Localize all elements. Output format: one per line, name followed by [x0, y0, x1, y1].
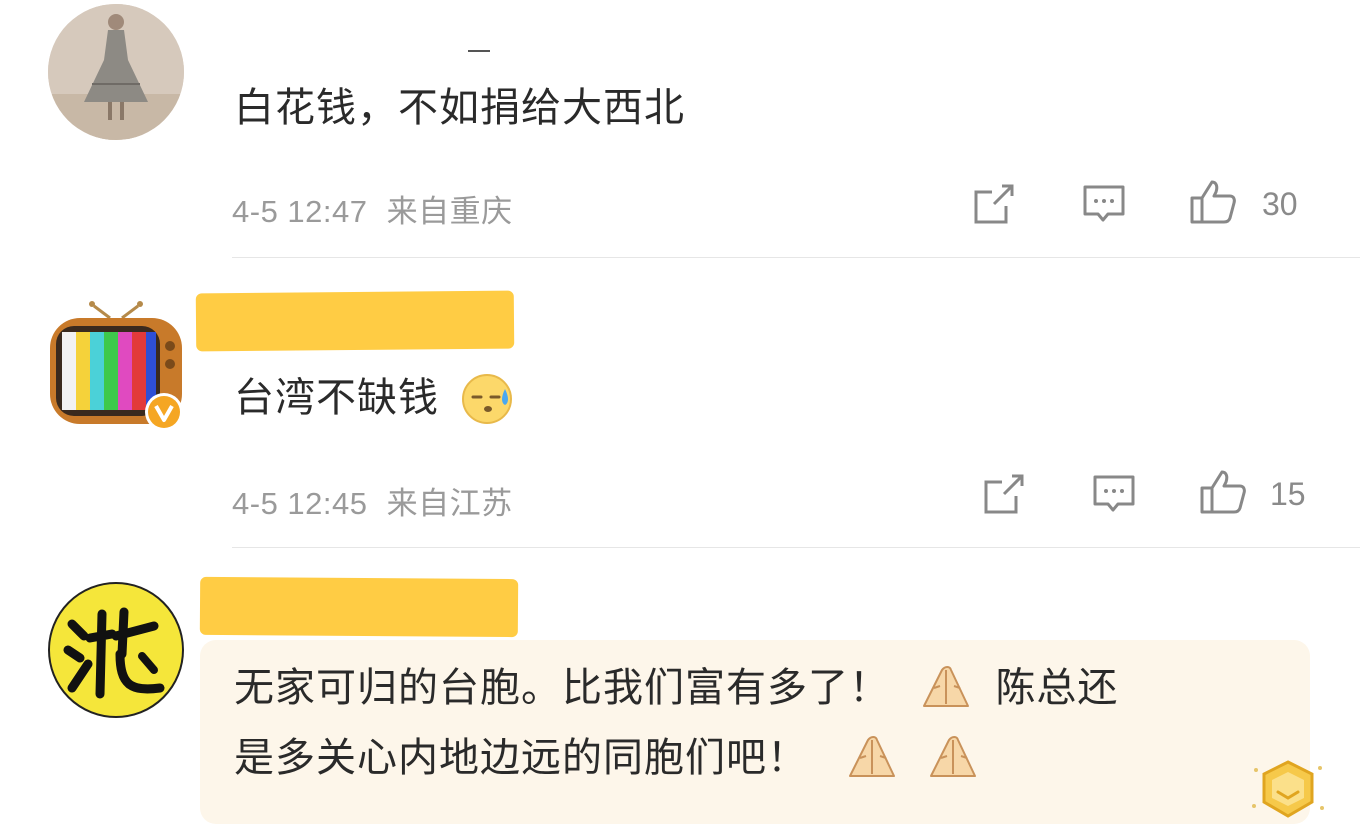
comment-text-line-1: 无家可归的台胞。比我们富有多了！ 陈总还 [234, 656, 1118, 720]
sweat-face-emoji-icon [461, 374, 512, 424]
comment-text-segment: 陈总还 [995, 665, 1119, 711]
calligraphy-avatar-icon [63, 607, 165, 699]
name-remnant-mark [468, 50, 490, 52]
comment-icon[interactable] [1092, 472, 1136, 516]
redacted-username [195, 290, 515, 352]
comment-text-segment: 是多关心内地边远的同胞们吧！ [234, 735, 808, 781]
comment-text-content: 台湾不缺钱 [234, 375, 439, 421]
comment-item: 无家可归的台胞。比我们富有多了！ 陈总还 是多关心内地边远的同胞们吧！ [0, 548, 1360, 824]
folded-hands-emoji-icon [930, 736, 977, 777]
verified-badge-icon [145, 393, 183, 431]
redacted-username [199, 576, 519, 638]
location: 来自江苏 [386, 486, 513, 521]
timestamp: 4-5 12:45 [232, 486, 368, 521]
like-count: 30 [1262, 186, 1298, 222]
comment-item: 白花钱，不如捐给大西北 4-5 12:47 来自重庆 30 [0, 0, 1360, 258]
avatar[interactable] [48, 582, 184, 718]
comment-item: 台湾不缺钱 4-5 12:45 来自江苏 15 [0, 258, 1360, 548]
folded-hands-emoji-icon [848, 736, 895, 777]
thumbs-up-icon[interactable] [1188, 178, 1238, 226]
share-icon[interactable] [982, 472, 1026, 516]
timestamp: 4-5 12:47 [232, 194, 368, 229]
comment-text: 台湾不缺钱 [234, 366, 517, 430]
share-icon[interactable] [972, 182, 1016, 226]
comment-meta: 4-5 12:45 来自江苏 [232, 478, 513, 523]
folded-hands-emoji-icon [922, 666, 969, 707]
avatar[interactable] [48, 296, 184, 432]
comment-text-line-2: 是多关心内地边远的同胞们吧！ [234, 726, 983, 790]
avatar[interactable] [48, 4, 184, 140]
like-count: 15 [1270, 476, 1306, 512]
thumbs-up-icon[interactable] [1198, 468, 1248, 516]
location: 来自重庆 [386, 194, 513, 229]
comment-text: 白花钱，不如捐给大西北 [234, 85, 685, 131]
gold-hexagon-badge-icon [1252, 760, 1324, 818]
comment-text-segment: 无家可归的台胞。比我们富有多了！ [234, 665, 890, 711]
comment-icon[interactable] [1082, 182, 1126, 226]
comment-meta: 4-5 12:47 来自重庆 [232, 186, 513, 231]
woman-in-dress-avatar-icon [48, 4, 184, 140]
